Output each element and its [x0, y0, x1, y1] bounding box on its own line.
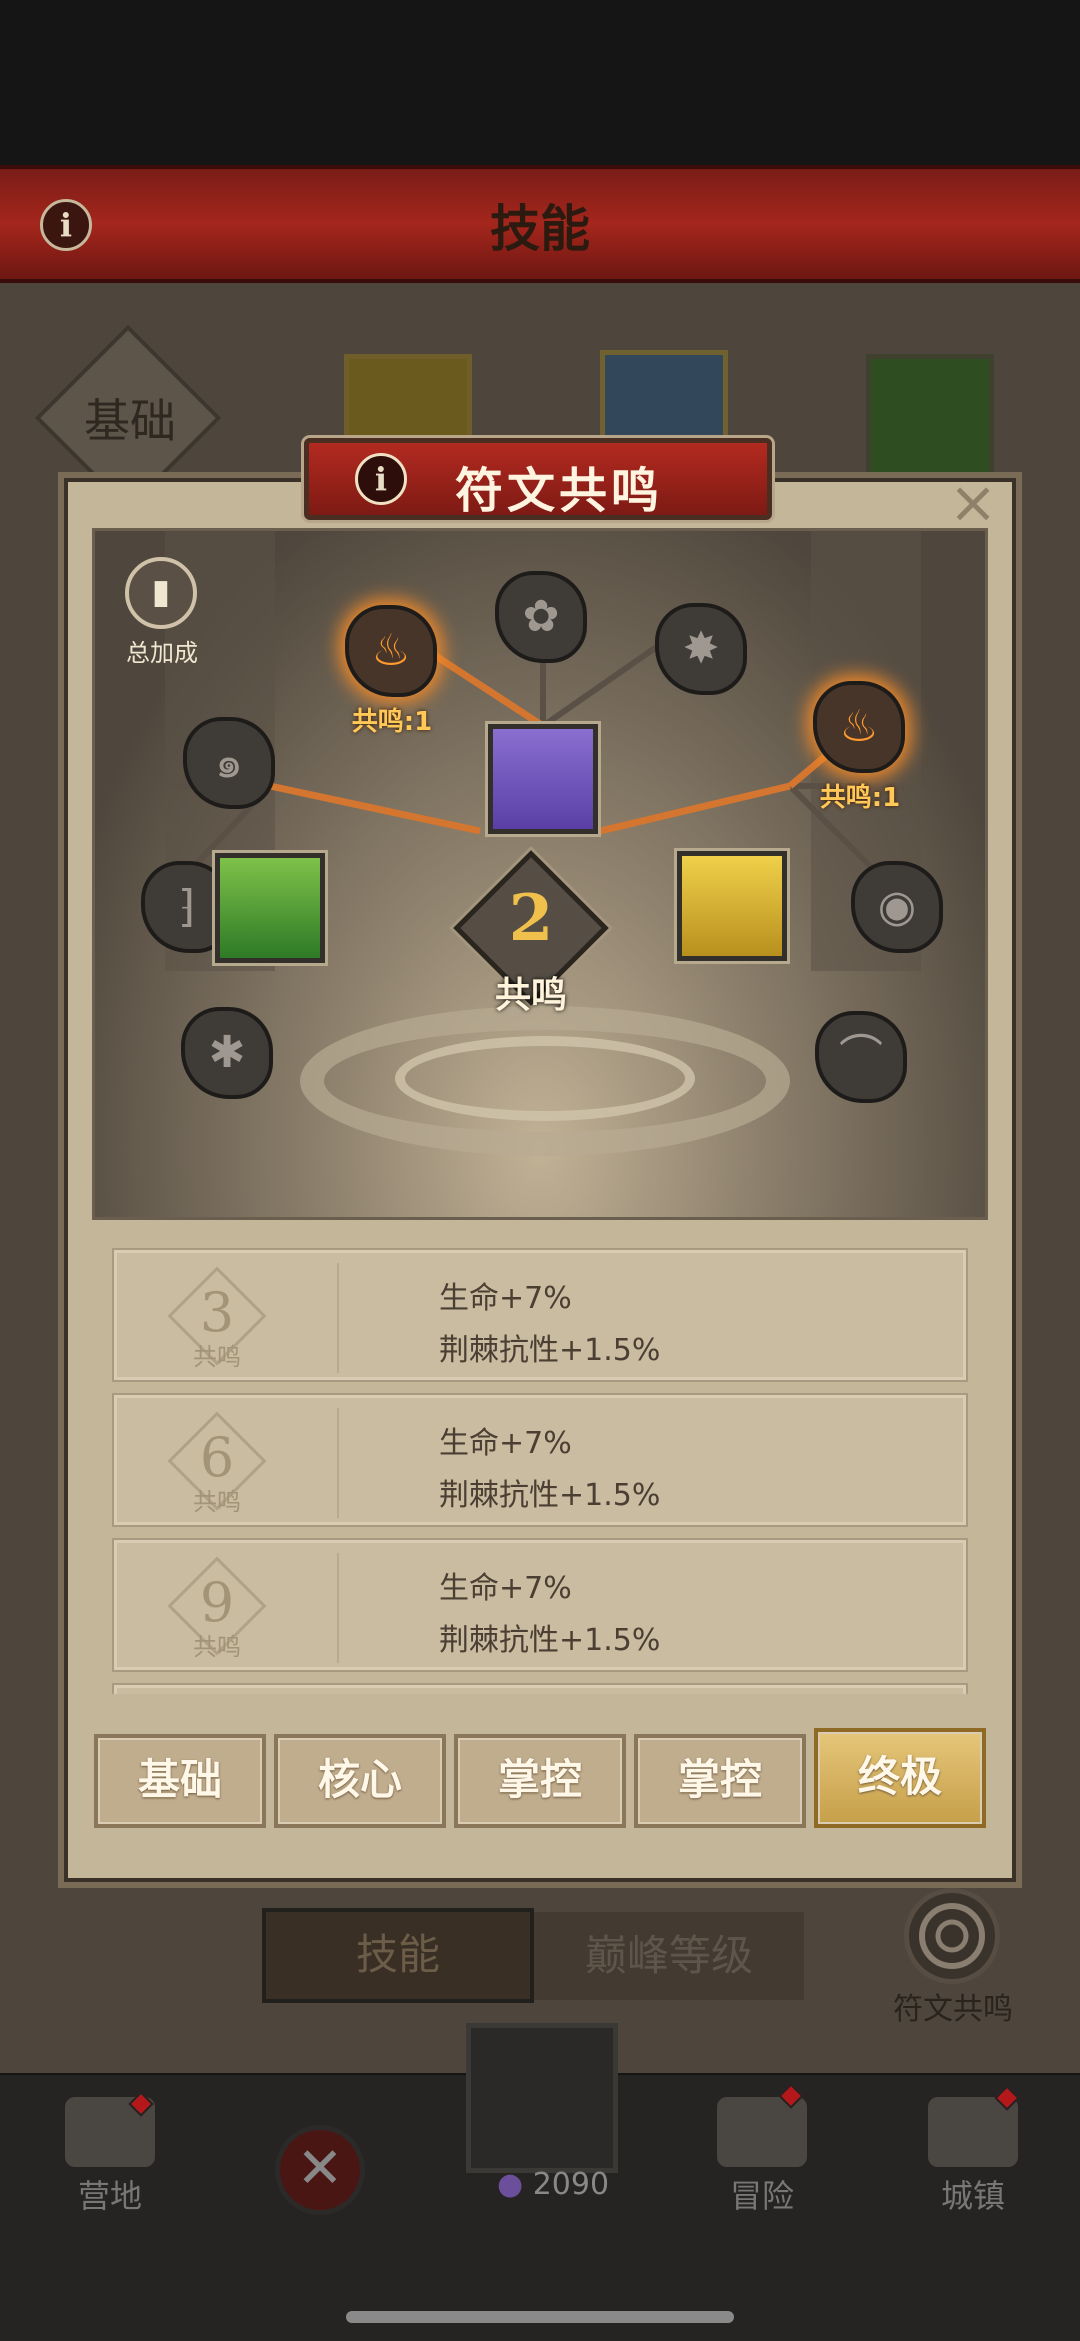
tier-badge: 3 共鸣: [147, 1266, 287, 1371]
tier-level: 9: [199, 1571, 235, 1634]
rune-slot-top[interactable]: ✿: [495, 571, 587, 663]
modal-header: i 符文共鸣: [304, 438, 772, 520]
tier-bonus-1: 生命+7%: [439, 1426, 572, 1461]
total-bonus-label: 总加成: [126, 639, 198, 667]
tier-sub-label: 共鸣: [193, 1633, 241, 1661]
list-item: 6 共鸣 生命+7% 荆棘抗性+1.5%: [114, 1395, 966, 1525]
rune-slot-fire-right[interactable]: ♨: [813, 681, 905, 773]
tier-sub-label: 共鸣: [193, 1343, 241, 1371]
rune-slot-left-3[interactable]: ✱: [181, 1007, 273, 1099]
currency-amount: ● 2090: [478, 2167, 628, 2202]
rune-tree-scene: ▮ 总加成 ♨ 共鸣:1 ✿ ✸ ♨ 共鸣:1 ๑ ⁆ ✱ ◉ ⌒ 2 共鸣: [92, 528, 988, 1220]
page-title: 技能: [490, 200, 590, 258]
nav-camp[interactable]: 营地: [25, 2097, 195, 2217]
stats-icon: ▮: [151, 572, 171, 612]
rune-resonance-label: 符文共鸣: [893, 1992, 1013, 2027]
close-icon[interactable]: ✕: [275, 2125, 365, 2215]
list-item: [114, 1685, 966, 1694]
rune-slot-left-1[interactable]: ๑: [183, 717, 275, 809]
tier-badge: 6 共鸣: [147, 1411, 287, 1516]
tab-ultimate[interactable]: 终极: [814, 1728, 986, 1828]
tab-mastery-1[interactable]: 掌控: [454, 1734, 626, 1828]
rune-resonance-button[interactable]: [904, 1888, 1000, 1984]
divider: [337, 1553, 339, 1663]
nav-town-label: 城镇: [940, 2177, 1005, 2215]
skill-card-green[interactable]: [866, 354, 994, 482]
spider-icon[interactable]: [466, 2023, 618, 2173]
tab-peak-level[interactable]: 巅峰等级: [534, 1912, 804, 2000]
tier-bonus-2: 荆棘抗性+1.5%: [439, 1333, 661, 1368]
skill-card-purple[interactable]: [488, 724, 598, 834]
drop-rune-icon: ⁆: [178, 881, 196, 932]
top-bar: i 技能: [0, 165, 1080, 283]
total-bonus-button[interactable]: ▮: [125, 557, 197, 629]
resonance-label-right: 共鸣:1: [819, 783, 901, 813]
resonance-label-left: 共鸣:1: [351, 707, 433, 737]
close-icon[interactable]: ×: [948, 473, 998, 531]
tier-badge: 9 共鸣: [147, 1556, 287, 1661]
nav-town[interactable]: 城镇: [888, 2097, 1058, 2217]
tier-bonus-1: 生命+7%: [439, 1281, 572, 1316]
list-item: 3 共鸣 生命+7% 荆棘抗性+1.5%: [114, 1250, 966, 1380]
tab-mastery-2[interactable]: 掌控: [634, 1734, 806, 1828]
tab-skill[interactable]: 技能: [262, 1908, 534, 2003]
list-item: 9 共鸣 生命+7% 荆棘抗性+1.5%: [114, 1540, 966, 1670]
tier-bonus-2: 荆棘抗性+1.5%: [439, 1478, 661, 1513]
claw-rune-icon: ⌒: [839, 1031, 883, 1082]
rune-slot-fire-left[interactable]: ♨: [345, 605, 437, 697]
resonance-center-label: 共鸣: [494, 975, 567, 1016]
nav-camp-label: 营地: [77, 2177, 142, 2215]
tier-bonus-1: 生命+7%: [439, 1571, 572, 1606]
flame-icon: ♨: [371, 625, 411, 676]
divider: [337, 1263, 339, 1373]
nav-adventure[interactable]: 冒险: [677, 2097, 847, 2217]
splash-rune-icon: ✱: [208, 1027, 246, 1078]
divider: [337, 1408, 339, 1518]
flame-icon: ♨: [839, 701, 879, 752]
map-icon: [717, 2097, 807, 2167]
skill-card-gold[interactable]: [677, 851, 787, 961]
swirl-rune-icon: ๑: [215, 737, 243, 788]
tier-level: 6: [199, 1426, 235, 1489]
modal-title: 符文共鸣: [454, 463, 663, 519]
flower-rune-icon: ✿: [522, 591, 560, 642]
rune-slot-right-1[interactable]: ◉: [851, 861, 943, 953]
currency-value: 2090: [532, 2167, 610, 2202]
eye-rune-icon: ◉: [877, 881, 917, 932]
tier-level: 3: [199, 1281, 235, 1344]
tab-core[interactable]: 核心: [274, 1734, 446, 1828]
home-indicator: [346, 2311, 734, 2323]
rune-slot-top-right[interactable]: ✸: [655, 603, 747, 695]
resonance-count: 2: [508, 881, 554, 956]
skill-card-green[interactable]: [215, 853, 325, 963]
info-icon[interactable]: i: [355, 453, 407, 505]
rune-slot-right-2[interactable]: ⌒: [815, 1011, 907, 1103]
gem-icon: ●: [496, 2167, 524, 2202]
tab-basic[interactable]: 基础: [94, 1734, 266, 1828]
spiral-icon: [919, 1903, 985, 1969]
bottom-nav: 营地 ✕ ● 2090 冒险 城镇: [0, 2023, 1080, 2341]
tier-bonus-2: 荆棘抗性+1.5%: [439, 1623, 661, 1658]
resonance-tier-list[interactable]: 3 共鸣 生命+7% 荆棘抗性+1.5% 6 共鸣 生命+7% 荆棘抗性+1.5…: [110, 1238, 970, 1694]
nav-adventure-label: 冒险: [729, 2177, 794, 2215]
burst-rune-icon: ✸: [682, 623, 720, 674]
tier-sub-label: 共鸣: [193, 1488, 241, 1516]
basic-label: 基础: [84, 394, 176, 448]
